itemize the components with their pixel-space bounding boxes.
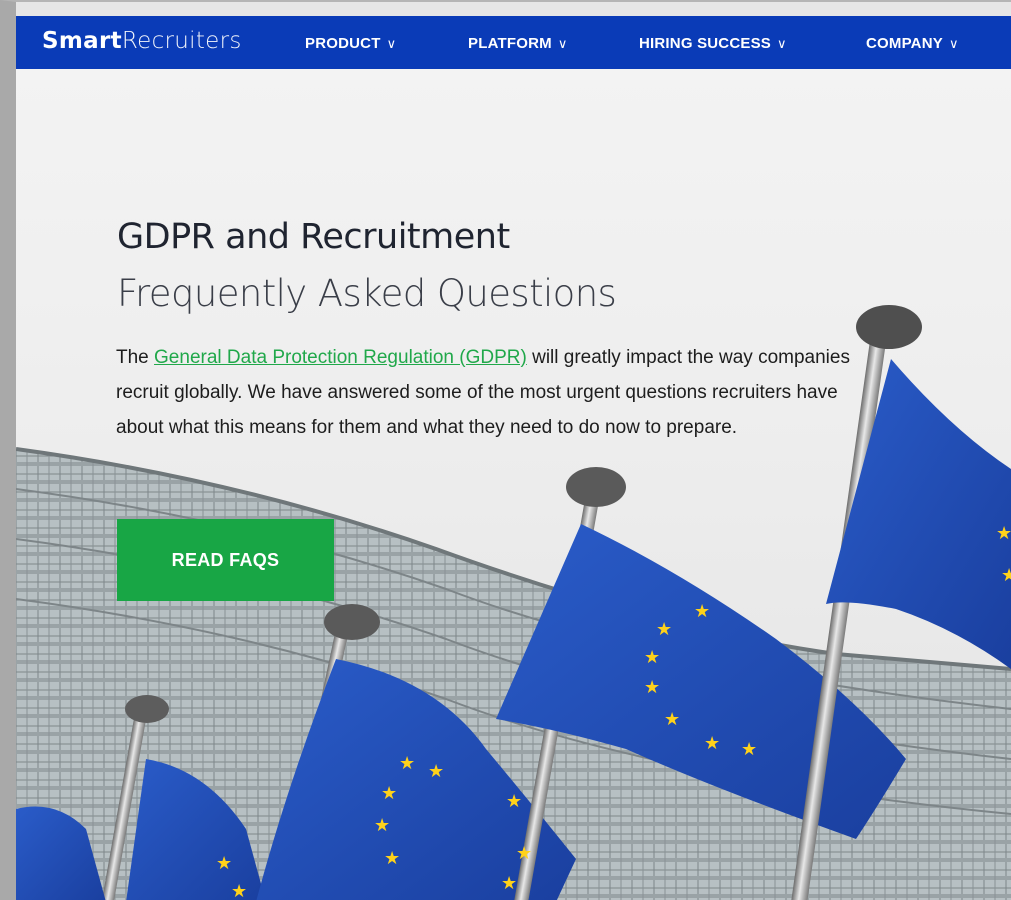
nav-item-hiring-success[interactable]: HIRING SUCCESS ∨	[639, 35, 787, 52]
svg-text:★: ★	[501, 873, 517, 894]
svg-text:★: ★	[516, 843, 532, 864]
svg-text:★: ★	[741, 739, 757, 760]
nav-item-label: COMPANY	[866, 35, 943, 52]
intro-paragraph: The General Data Protection Regulation (…	[116, 340, 876, 445]
hero-section: ★★ ★★ ★★ ★ ★★ ★★ ★★ ★★ ★★ ★★ GDPR and Re…	[16, 69, 1011, 900]
chevron-down-icon: ∨	[777, 36, 787, 51]
chevron-down-icon: ∨	[948, 36, 959, 51]
smartrecruiters-logo[interactable]: SmartRecruiters	[42, 28, 242, 54]
svg-text:★: ★	[644, 677, 660, 698]
svg-text:★: ★	[656, 619, 672, 640]
top-navigation-bar: SmartRecruiters PRODUCT ∨ PLATFORM ∨ HIRIN…	[16, 16, 1011, 69]
nav-item-company[interactable]: COMPANY ∨	[866, 35, 959, 52]
gdpr-link[interactable]: General Data Protection Regulation (GDPR…	[154, 347, 527, 368]
svg-text:★: ★	[644, 647, 660, 668]
nav-item-label: PLATFORM	[468, 35, 552, 52]
svg-text:★: ★	[996, 523, 1011, 544]
svg-text:★: ★	[664, 709, 680, 730]
svg-text:★: ★	[1001, 565, 1011, 586]
svg-text:★: ★	[399, 753, 415, 774]
svg-text:★: ★	[384, 848, 400, 869]
svg-text:★: ★	[506, 791, 522, 812]
intro-text-before: The	[116, 347, 155, 368]
svg-text:★: ★	[704, 733, 720, 754]
svg-text:★: ★	[428, 761, 444, 782]
page-subtitle: Frequently Asked Questions	[117, 272, 617, 315]
chevron-down-icon: ∨	[386, 36, 397, 51]
svg-text:★: ★	[381, 783, 397, 804]
svg-text:★: ★	[231, 881, 247, 900]
chevron-down-icon: ∨	[557, 36, 568, 51]
nav-item-product[interactable]: PRODUCT ∨	[305, 35, 396, 52]
nav-item-platform[interactable]: PLATFORM ∨	[468, 35, 568, 52]
page-title: GDPR and Recruitment	[117, 217, 510, 257]
svg-text:★: ★	[694, 601, 710, 622]
nav-item-label: PRODUCT	[305, 35, 381, 52]
svg-text:★: ★	[216, 853, 232, 874]
eu-flags-background-image: ★★ ★★ ★★ ★ ★★ ★★ ★★ ★★ ★★ ★★	[16, 305, 1011, 900]
svg-text:★: ★	[374, 815, 390, 836]
browser-frame: SmartRecruiters PRODUCT ∨ PLATFORM ∨ HIRIN…	[0, 0, 1011, 900]
logo-bold-text: Smart	[42, 28, 122, 54]
read-faqs-button[interactable]: READ FAQS	[117, 519, 334, 601]
logo-light-text: Recruiters	[121, 28, 242, 54]
nav-item-label: HIRING SUCCESS	[639, 35, 771, 52]
